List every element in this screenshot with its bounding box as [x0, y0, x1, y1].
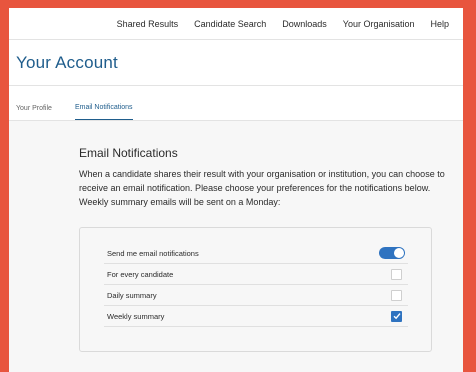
- nav-your-organisation[interactable]: Your Organisation: [343, 19, 415, 29]
- page-header: Your Account: [9, 40, 463, 86]
- check-icon: [393, 313, 401, 320]
- nav-shared-results[interactable]: Shared Results: [117, 19, 179, 29]
- nav-downloads[interactable]: Downloads: [282, 19, 327, 29]
- page-title: Your Account: [16, 52, 118, 72]
- pref-row-weekly-summary: Weekly summary: [104, 306, 408, 327]
- daily-summary-checkbox[interactable]: [391, 289, 402, 301]
- send-notifications-toggle[interactable]: [379, 247, 405, 259]
- app-window: Shared Results Candidate Search Download…: [9, 8, 463, 372]
- weekly-summary-checkbox[interactable]: [391, 310, 402, 322]
- main-content: Email Notifications When a candidate sha…: [9, 121, 463, 372]
- pref-row-daily-summary: Daily summary: [104, 285, 408, 306]
- pref-row-send-notifications: Send me email notifications: [104, 243, 408, 264]
- toggle-knob: [394, 248, 404, 258]
- pref-row-every-candidate: For every candidate: [104, 264, 408, 285]
- tab-email-notifications[interactable]: Email Notifications: [74, 104, 133, 120]
- preferences-card: Send me email notifications For every ca…: [79, 227, 432, 352]
- daily-summary-label: Daily summary: [107, 290, 157, 300]
- section-heading: Email Notifications: [79, 146, 178, 160]
- top-navigation: Shared Results Candidate Search Download…: [9, 8, 463, 40]
- every-candidate-checkbox[interactable]: [391, 268, 402, 280]
- every-candidate-label: For every candidate: [107, 269, 174, 279]
- send-notifications-label: Send me email notifications: [107, 248, 199, 258]
- nav-help[interactable]: Help: [430, 19, 449, 29]
- weekly-summary-label: Weekly summary: [107, 311, 165, 321]
- nav-candidate-search[interactable]: Candidate Search: [194, 19, 266, 29]
- section-description: When a candidate shares their result wit…: [79, 169, 445, 207]
- tab-your-profile[interactable]: Your Profile: [16, 105, 52, 120]
- account-tabs: Your Profile Email Notifications: [9, 86, 463, 121]
